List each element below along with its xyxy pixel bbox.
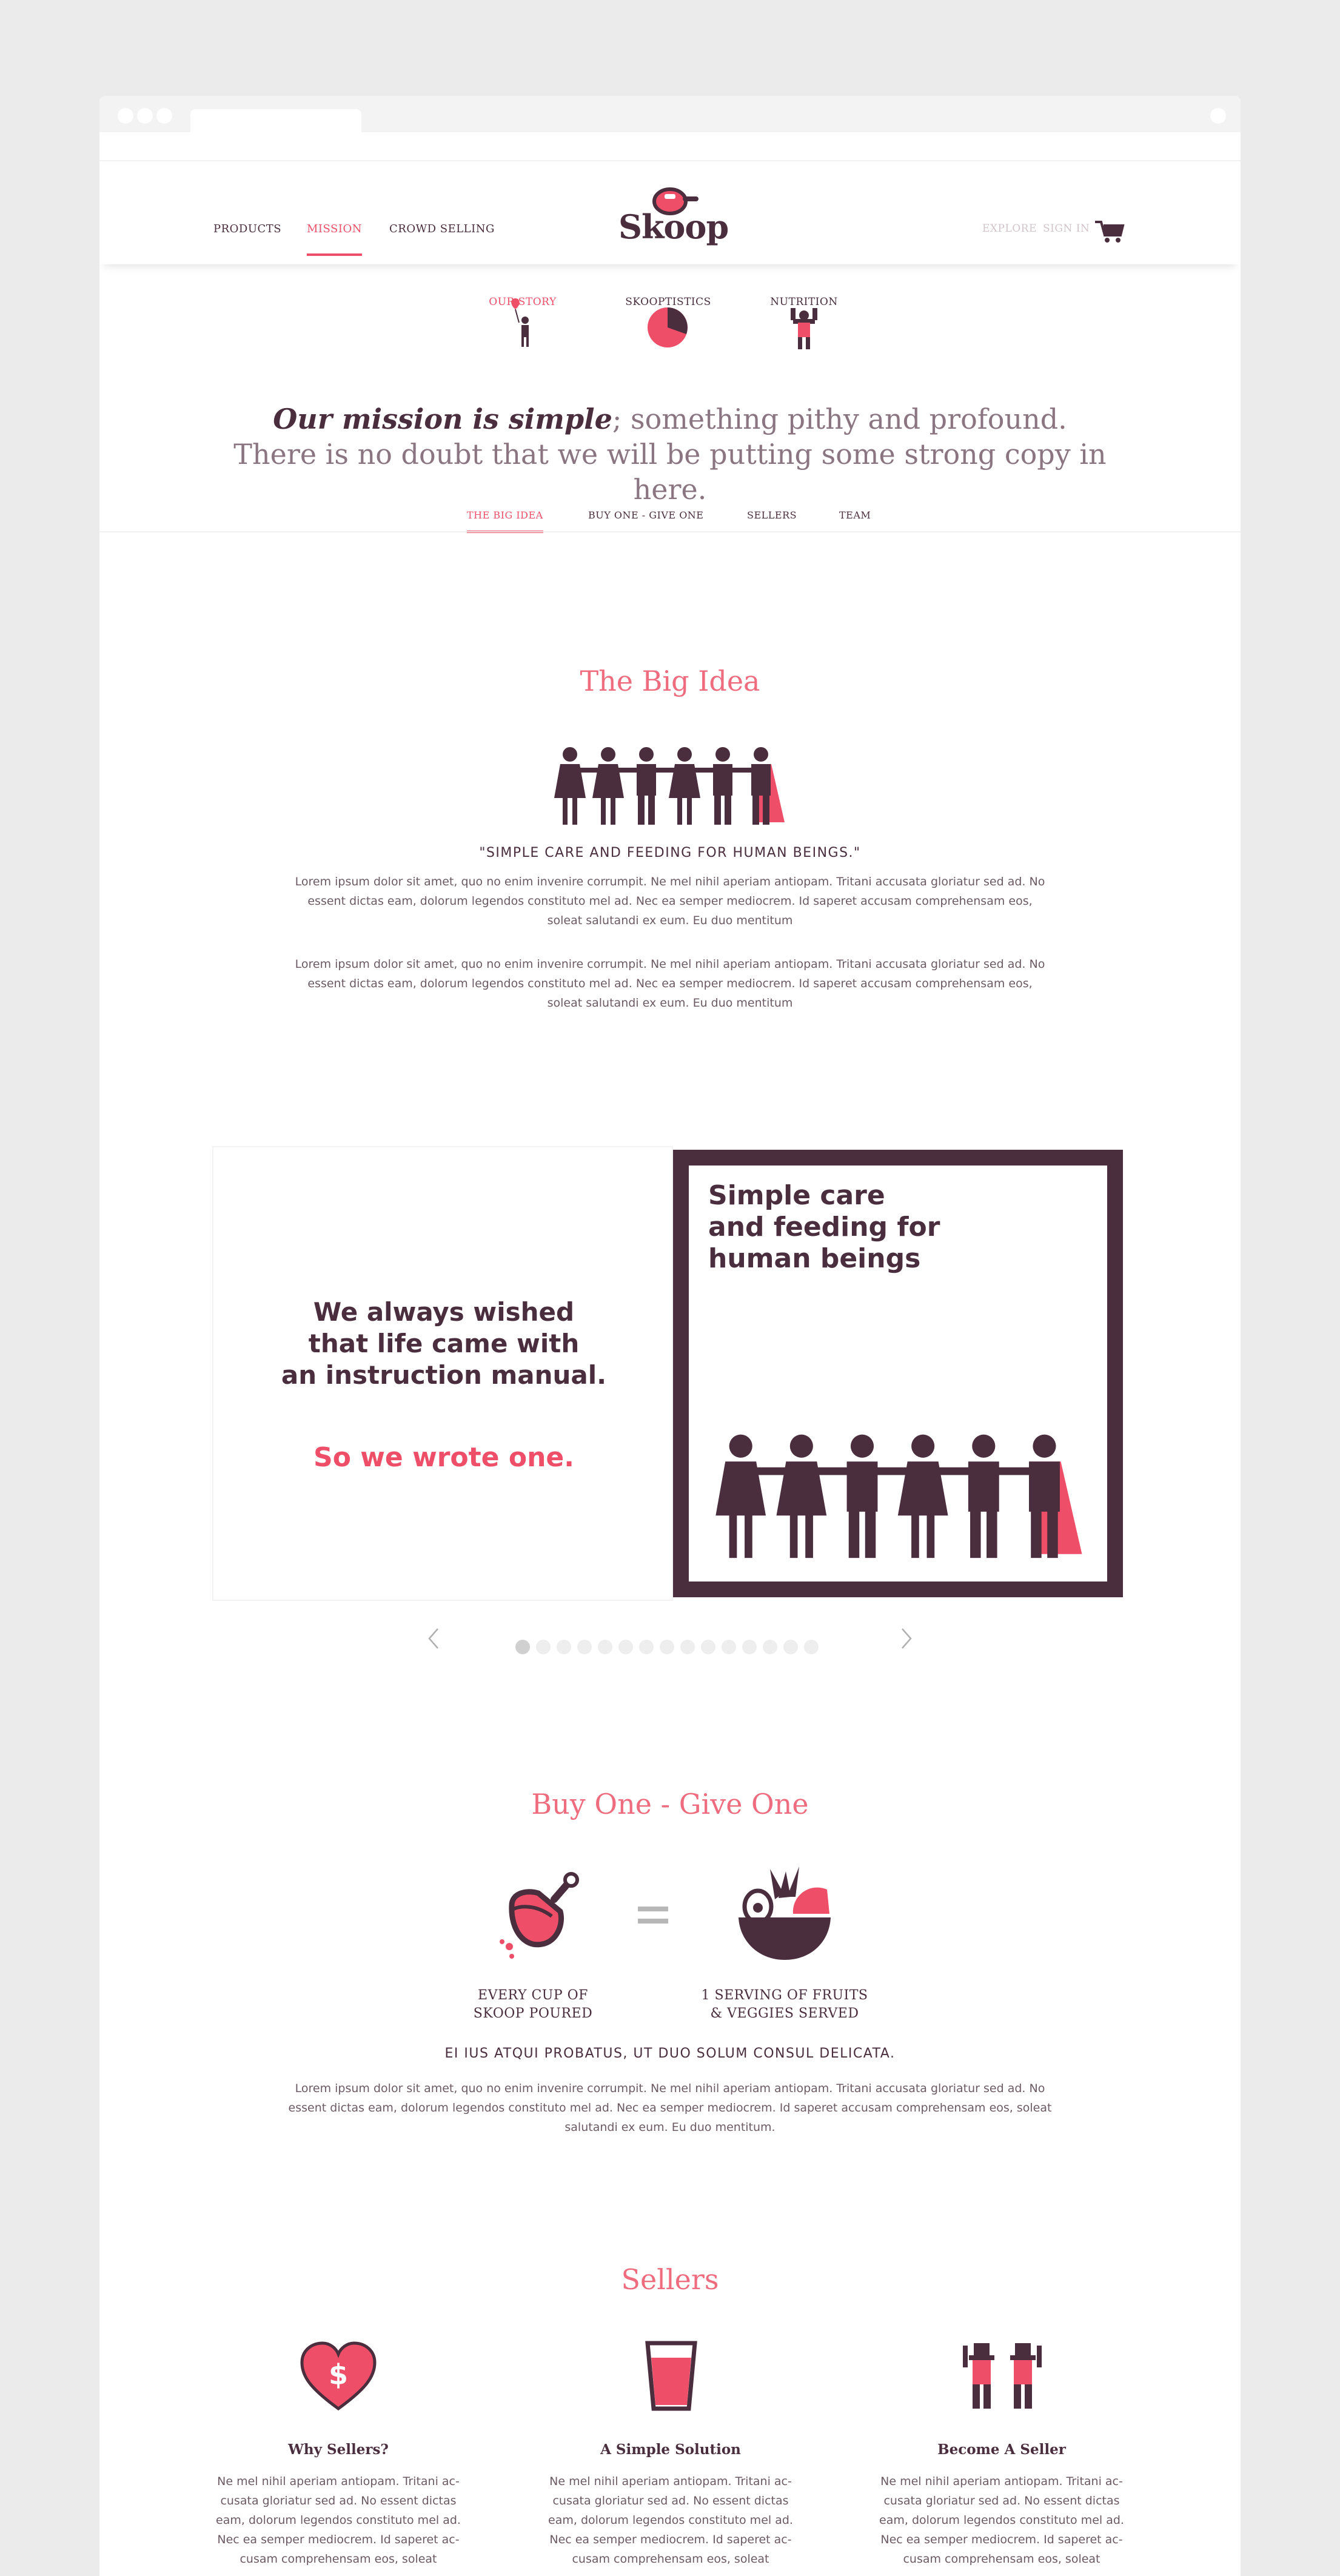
- strongman-icon[interactable]: [788, 307, 820, 351]
- book-cover-panel: Simple care and feeding for human beings: [673, 1150, 1123, 1597]
- topic-nutrition[interactable]: NUTRITION: [766, 296, 842, 308]
- chevron-left-icon[interactable]: [424, 1626, 443, 1651]
- slide-headline-line-1: We always wished: [313, 1297, 575, 1327]
- brand-name: Skoop: [618, 207, 729, 246]
- equals-icon: [638, 1907, 668, 1924]
- bogo-right-caption: 1 SERVING OF FRUITS & VEGGIES SERVED: [694, 1987, 876, 2023]
- slider-pagination: [515, 1640, 819, 1654]
- slider-dot[interactable]: [515, 1640, 530, 1654]
- subnav-sellers[interactable]: SELLERS: [747, 509, 797, 531]
- book-title: Simple care and feeding for human beings: [708, 1180, 940, 1275]
- pie-chart-icon[interactable]: [645, 305, 690, 350]
- slider-dot[interactable]: [763, 1640, 777, 1654]
- slider-dot[interactable]: [536, 1640, 551, 1654]
- big-idea-paragraph-1: Lorem ipsum dolor sit amet, quo no enim …: [295, 875, 1045, 927]
- slide-cta: So we wrote one.: [313, 1442, 574, 1473]
- seller-col-2-title: A Simple Solution: [600, 2441, 741, 2458]
- slider-dot[interactable]: [660, 1640, 674, 1654]
- seller-col-3-title: Become A Seller: [937, 2441, 1066, 2458]
- slider-dot[interactable]: [598, 1640, 612, 1654]
- bogo-left-line-1: EVERY CUP OF: [478, 1988, 588, 2003]
- skoop-logo[interactable]: Skoop: [618, 183, 729, 246]
- book-title-line-3: human beings: [708, 1243, 921, 1274]
- book-people-icon: [715, 1434, 1082, 1558]
- slider-dot[interactable]: [557, 1640, 571, 1654]
- subnav-big-idea[interactable]: THE BIG IDEA: [467, 509, 543, 533]
- nav-explore[interactable]: EXPLORE: [982, 223, 1037, 235]
- browser-window: PRODUCTS MISSION CROWD SELLING Skoop EXP…: [99, 96, 1241, 2576]
- big-idea-paragraph-2: Lorem ipsum dolor sit amet, quo no enim …: [295, 958, 1045, 1010]
- subnav-divider: [99, 531, 1241, 532]
- slider-dot[interactable]: [742, 1640, 757, 1654]
- browser-toolbar: [99, 96, 1241, 132]
- browser-tab[interactable]: [190, 109, 361, 132]
- fruit-bowl-icon: [739, 1867, 831, 1960]
- bogo-right-line-1: 1 SERVING OF FRUITS: [701, 1988, 868, 2003]
- nav-mission[interactable]: MISSION: [307, 223, 363, 256]
- mission-emphasis: Our mission is simple: [273, 403, 612, 435]
- slider-dot[interactable]: [701, 1640, 715, 1654]
- slider-dot[interactable]: [804, 1640, 819, 1654]
- cart-icon[interactable]: [1094, 220, 1125, 244]
- mission-statement: Our mission is simple; something pithy a…: [233, 401, 1107, 507]
- bogo-quote: EI IUS ATQUI PROBATUS, UT DUO SOLUM CONS…: [444, 2046, 896, 2061]
- chevron-right-icon[interactable]: [897, 1626, 916, 1651]
- bogo-right-line-2: & VEGGIES SERVED: [710, 2006, 859, 2021]
- sellers-title: Sellers: [621, 2263, 719, 2296]
- bogo-paragraph: Lorem ipsum dolor sit amet, quo no enim …: [288, 2082, 1052, 2134]
- window-minimize-dot[interactable]: [137, 108, 153, 124]
- bogo-left-line-2: SKOOP POURED: [473, 2006, 593, 2021]
- window-maximize-dot[interactable]: [156, 108, 172, 124]
- slider-dot[interactable]: [639, 1640, 654, 1654]
- slider-dot[interactable]: [577, 1640, 592, 1654]
- slide-text-panel: We always wished that life came with an …: [212, 1146, 673, 1601]
- book-title-line-2: and feeding for: [708, 1212, 940, 1243]
- nav-sign-in[interactable]: SIGN IN: [1043, 223, 1090, 235]
- nav-crowd-selling[interactable]: CROWD SELLING: [389, 223, 495, 253]
- topic-our-story[interactable]: OUR STORY: [483, 296, 563, 308]
- slide-headline-line-3: an instruction manual.: [281, 1360, 607, 1390]
- bogo-title: Buy One - Give One: [531, 1788, 809, 1820]
- topic-skooptistics[interactable]: SKOOPTISTICS: [618, 296, 718, 308]
- site-header: PRODUCTS MISSION CROWD SELLING Skoop EXP…: [99, 161, 1241, 264]
- scoop-cup-icon: [500, 1872, 579, 1959]
- slide-headline: We always wished that life came with an …: [213, 1296, 674, 1391]
- big-idea-title: The Big Idea: [580, 665, 760, 697]
- address-bar[interactable]: [99, 132, 1241, 161]
- subnav-team[interactable]: TEAM: [839, 509, 871, 531]
- svg-text:$: $: [329, 2358, 348, 2391]
- browser-menu-button[interactable]: [1210, 108, 1226, 124]
- heart-dollar-icon: $: [300, 2341, 377, 2411]
- slider-dot[interactable]: [722, 1640, 736, 1654]
- slider-dot[interactable]: [783, 1640, 798, 1654]
- seller-col-1-title: Why Sellers?: [288, 2441, 389, 2458]
- sellers-group-icon: [963, 2343, 1042, 2409]
- bogo-left-caption: EVERY CUP OF SKOOP POURED: [463, 1987, 603, 2023]
- seller-col-1-text: Ne mel nihil aperiam antiopam. Tritani a…: [216, 2475, 461, 2566]
- seller-col-2-text: Ne mel nihil aperiam antiopam. Tritani a…: [548, 2475, 793, 2566]
- seller-col-3-text: Ne mel nihil aperiam antiopam. Tritani a…: [879, 2475, 1124, 2566]
- nav-products[interactable]: PRODUCTS: [213, 223, 281, 253]
- slide-headline-line-2: that life came with: [308, 1329, 580, 1358]
- slider-dot[interactable]: [618, 1640, 633, 1654]
- slider-dot[interactable]: [680, 1640, 695, 1654]
- window-close-dot[interactable]: [118, 108, 133, 124]
- subnav-buy-one-give-one[interactable]: BUY ONE - GIVE ONE: [588, 509, 703, 531]
- juice-glass-icon: [645, 2341, 697, 2411]
- big-idea-quote: "SIMPLE CARE AND FEEDING FOR HUMAN BEING…: [479, 845, 861, 860]
- people-row-icon: [554, 747, 785, 825]
- book-title-line-1: Simple care: [708, 1180, 885, 1211]
